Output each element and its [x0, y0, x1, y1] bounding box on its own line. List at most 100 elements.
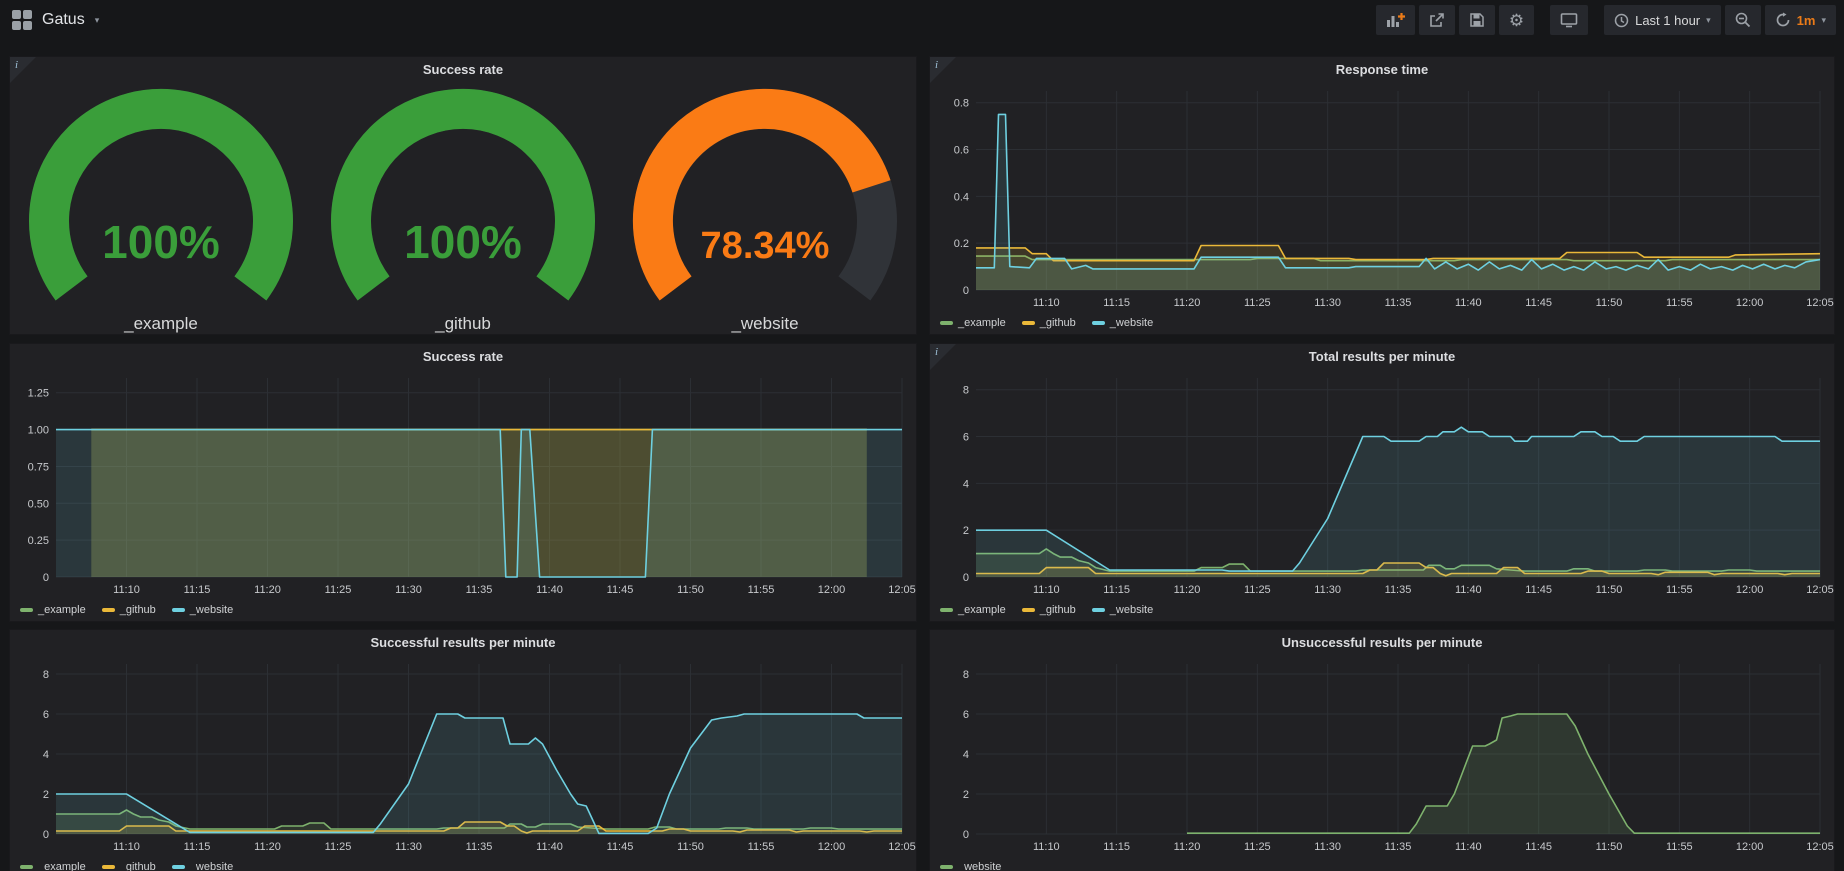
chart-legend: _example _github _website: [940, 602, 1153, 618]
svg-text:11:50: 11:50: [677, 841, 704, 853]
legend-item-_example[interactable]: _example: [20, 861, 86, 871]
legend-item-_github[interactable]: _github: [102, 604, 156, 616]
share-dashboard-button[interactable]: [1419, 5, 1455, 35]
panel-response-time: i Response time 11:1011:1511:2011:2511:3…: [929, 56, 1835, 335]
svg-text:11:55: 11:55: [1666, 841, 1693, 853]
panel-success-rate-gauges: i Success rate 100% _example 100% _githu…: [9, 56, 917, 335]
legend-series-name: _website: [1110, 604, 1153, 616]
svg-text:11:40: 11:40: [536, 841, 563, 853]
chart-legend: _example _github _website: [940, 315, 1153, 331]
refresh-picker[interactable]: 1m ▾: [1765, 5, 1836, 35]
svg-text:11:50: 11:50: [1596, 841, 1623, 853]
gauge-website: 78.34% _website: [615, 83, 915, 334]
legend-item-_example[interactable]: _example: [940, 317, 1006, 329]
legend-item-_website[interactable]: _website: [940, 861, 1001, 871]
legend-series-name: _website: [190, 604, 233, 616]
legend-item-_github[interactable]: _github: [102, 861, 156, 871]
legend-series-name: _example: [958, 317, 1006, 329]
svg-text:12:05: 12:05: [1806, 841, 1834, 853]
legend-color-dash: [940, 608, 953, 612]
add-panel-button[interactable]: [1376, 5, 1415, 35]
tv-icon: [1560, 12, 1578, 28]
dashboard-title[interactable]: Gatus: [42, 11, 85, 29]
chart-canvas[interactable]: 11:1011:1511:2011:2511:3011:3511:4011:45…: [930, 370, 1834, 601]
gauge-label: _example: [124, 314, 198, 334]
svg-text:11:55: 11:55: [1666, 297, 1693, 309]
chart-legend: _example _github _website: [20, 859, 233, 871]
gauge-example: 100% _example: [11, 83, 311, 334]
svg-text:11:35: 11:35: [1385, 297, 1412, 309]
svg-text:0.8: 0.8: [954, 98, 969, 110]
svg-text:12:05: 12:05: [1806, 297, 1834, 309]
panel-title[interactable]: Total results per minute: [930, 344, 1834, 370]
svg-text:11:30: 11:30: [1314, 841, 1341, 853]
legend-color-dash: [1092, 321, 1105, 325]
legend-item-_example[interactable]: _example: [940, 604, 1006, 616]
refresh-icon: [1775, 12, 1791, 28]
svg-text:1.25: 1.25: [28, 388, 49, 400]
dashboards-grid-icon[interactable]: [12, 10, 32, 30]
svg-text:11:35: 11:35: [1385, 841, 1412, 853]
info-icon: i: [15, 59, 18, 71]
dashboard-settings-button[interactable]: ⚙: [1499, 5, 1534, 35]
svg-text:11:20: 11:20: [254, 584, 281, 596]
svg-text:12:05: 12:05: [1806, 584, 1834, 596]
legend-item-_website[interactable]: _website: [1092, 604, 1153, 616]
svg-text:11:40: 11:40: [1455, 841, 1482, 853]
svg-text:11:35: 11:35: [466, 841, 493, 853]
legend-series-name: _example: [38, 604, 86, 616]
legend-item-_github[interactable]: _github: [1022, 317, 1076, 329]
time-range-picker[interactable]: Last 1 hour ▾: [1604, 5, 1721, 35]
panel-info-corner[interactable]: [10, 57, 36, 83]
legend-color-dash: [172, 865, 185, 869]
svg-text:78.34%: 78.34%: [701, 225, 830, 267]
legend-item-_website[interactable]: _website: [172, 604, 233, 616]
panel-title[interactable]: Success rate: [10, 344, 916, 370]
legend-series-name: _github: [120, 861, 156, 871]
chart-canvas[interactable]: 11:1011:1511:2011:2511:3011:3511:4011:45…: [10, 656, 916, 858]
chart-canvas[interactable]: 11:1011:1511:2011:2511:3011:3511:4011:45…: [930, 656, 1834, 858]
svg-text:11:40: 11:40: [1455, 584, 1482, 596]
svg-text:11:50: 11:50: [1596, 584, 1623, 596]
panel-title[interactable]: Successful results per minute: [10, 630, 916, 656]
legend-item-_github[interactable]: _github: [1022, 604, 1076, 616]
svg-text:11:25: 11:25: [1244, 841, 1271, 853]
svg-text:11:55: 11:55: [1666, 584, 1693, 596]
svg-text:11:45: 11:45: [1525, 841, 1552, 853]
svg-text:11:10: 11:10: [113, 584, 140, 596]
legend-item-_website[interactable]: _website: [172, 861, 233, 871]
panel-unsuccessful-results: Unsuccessful results per minute 11:1011:…: [929, 629, 1835, 871]
svg-text:8: 8: [963, 669, 969, 681]
zoom-out-button[interactable]: [1725, 5, 1761, 35]
save-dashboard-button[interactable]: [1459, 5, 1495, 35]
svg-text:11:15: 11:15: [1103, 297, 1130, 309]
legend-item-_example[interactable]: _example: [20, 604, 86, 616]
panel-title[interactable]: Unsuccessful results per minute: [930, 630, 1834, 656]
svg-text:11:30: 11:30: [395, 841, 422, 853]
svg-text:0.75: 0.75: [28, 461, 49, 473]
svg-text:2: 2: [963, 525, 969, 537]
refresh-interval-label: 1m: [1797, 13, 1816, 28]
panel-info-corner[interactable]: [930, 57, 956, 83]
svg-text:11:25: 11:25: [325, 584, 352, 596]
svg-text:12:05: 12:05: [888, 841, 916, 853]
svg-text:11:15: 11:15: [1103, 841, 1130, 853]
svg-text:11:10: 11:10: [113, 841, 140, 853]
chart-canvas[interactable]: 11:1011:1511:2011:2511:3011:3511:4011:45…: [10, 370, 916, 601]
chart-canvas[interactable]: 11:1011:1511:2011:2511:3011:3511:4011:45…: [930, 83, 1834, 314]
chevron-down-icon[interactable]: ▾: [95, 15, 100, 26]
panel-title[interactable]: Response time: [930, 57, 1834, 83]
svg-text:12:00: 12:00: [818, 584, 846, 596]
svg-text:11:45: 11:45: [607, 841, 634, 853]
legend-series-name: _website: [190, 861, 233, 871]
svg-text:12:00: 12:00: [818, 841, 846, 853]
legend-series-name: _example: [958, 604, 1006, 616]
legend-item-_website[interactable]: _website: [1092, 317, 1153, 329]
svg-text:11:40: 11:40: [1455, 297, 1482, 309]
share-icon: [1429, 12, 1445, 28]
panel-info-corner[interactable]: [930, 344, 956, 370]
svg-text:4: 4: [963, 478, 969, 490]
cycle-view-mode-button[interactable]: [1550, 5, 1588, 35]
svg-text:0.50: 0.50: [28, 498, 49, 510]
panel-title[interactable]: Success rate: [10, 57, 916, 83]
